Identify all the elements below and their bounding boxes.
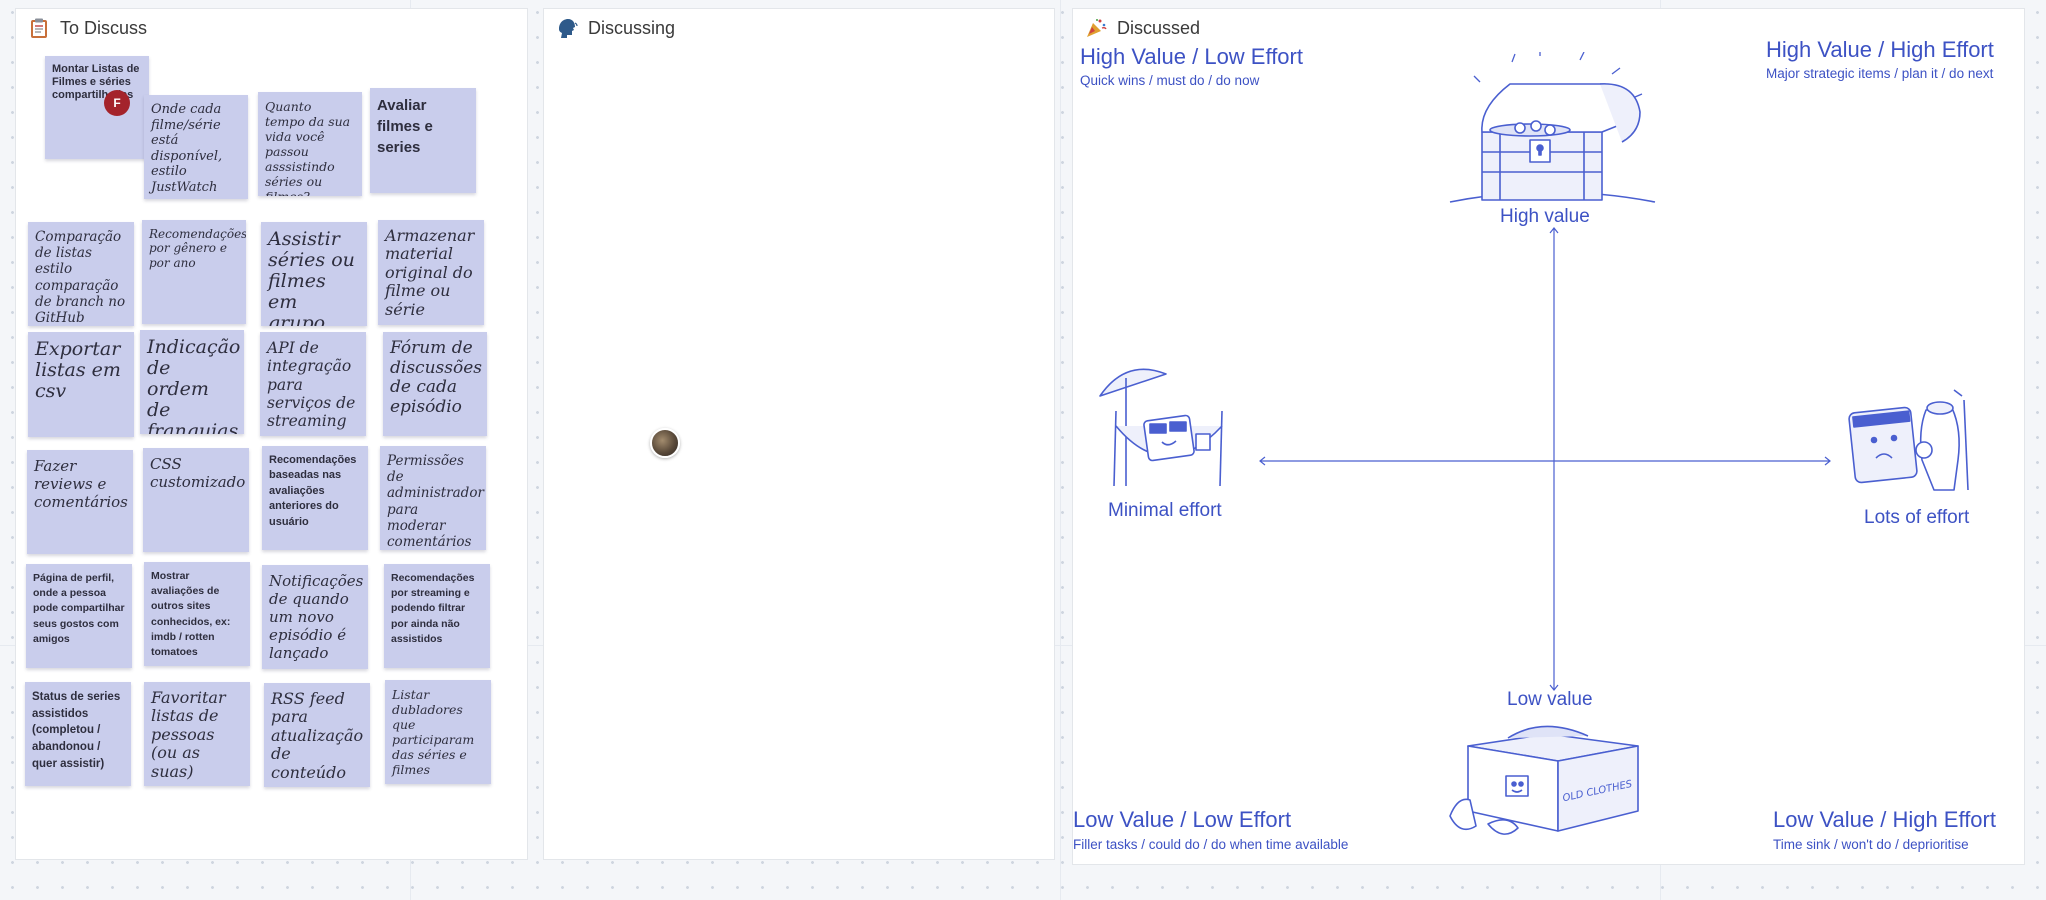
hammock-illustration <box>1099 368 1223 487</box>
axis-label-low-value: Low value <box>1507 689 1593 710</box>
axis-label-minimal-effort: Minimal effort <box>1108 500 1222 521</box>
heavy-lifting-illustration <box>1848 389 1969 491</box>
matrix-axes <box>1259 227 1831 691</box>
axis-label-lots-of-effort: Lots of effort <box>1864 507 1970 528</box>
treasure-chest-illustration <box>1449 52 1656 203</box>
old-clothes-box-illustration: OLD CLOTHES <box>1449 725 1639 835</box>
